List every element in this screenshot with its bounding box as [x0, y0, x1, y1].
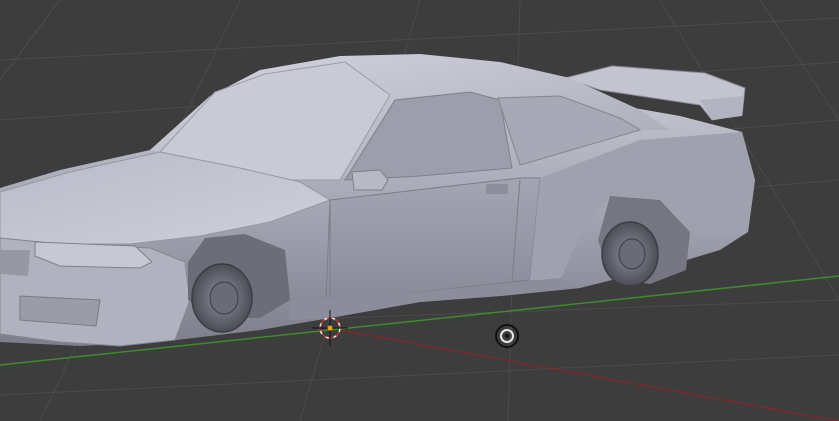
viewport-canvas[interactable]	[0, 0, 839, 421]
3d-viewport[interactable]	[0, 0, 839, 421]
